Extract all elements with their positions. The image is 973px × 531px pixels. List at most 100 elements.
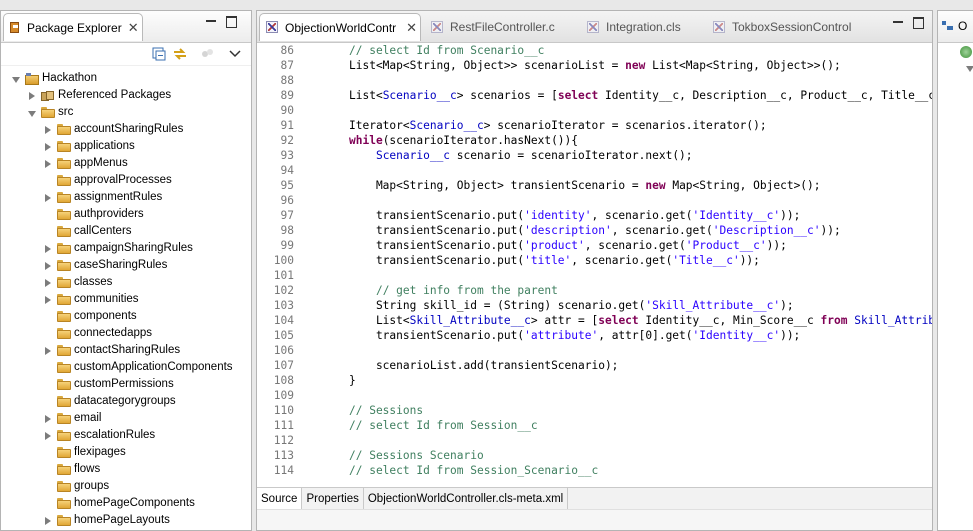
collapsed-arrow-icon[interactable] — [43, 516, 53, 526]
minimize-icon[interactable] — [892, 16, 904, 28]
tree-item[interactable]: authproviders — [1, 206, 251, 223]
collapsed-arrow-icon[interactable] — [43, 142, 53, 152]
folder-icon — [57, 396, 71, 407]
collapse-all-icon[interactable] — [151, 46, 167, 62]
code-line[interactable]: 101 — [257, 268, 932, 283]
tree-item[interactable]: contactSharingRules — [1, 342, 251, 359]
tree-item[interactable]: accountSharingRules — [1, 121, 251, 138]
outline-tab[interactable]: O — [942, 19, 967, 33]
editor-tab-restfilecontroller[interactable]: RestFileController.c — [425, 13, 555, 41]
code-line[interactable]: 105 transientScenario.put('attribute', a… — [257, 328, 932, 343]
tree-item[interactable]: assignmentRules — [1, 189, 251, 206]
tree-item[interactable]: callCenters — [1, 223, 251, 240]
tree-item[interactable]: appMenus — [1, 155, 251, 172]
code-line[interactable]: 95 Map<String, Object> transientScenario… — [257, 178, 932, 193]
collapsed-arrow-icon[interactable] — [43, 159, 53, 169]
tree-item[interactable]: customPermissions — [1, 376, 251, 393]
expanded-arrow-icon[interactable] — [27, 108, 37, 118]
tree-item[interactable]: connectedapps — [1, 325, 251, 342]
code-line[interactable]: 98 transientScenario.put('description', … — [257, 223, 932, 238]
code-line[interactable]: 112 — [257, 433, 932, 448]
code-line[interactable]: 87 List<Map<String, Object>> scenarioList… — [257, 58, 932, 73]
package-explorer-tab[interactable]: Package Explorer ✕ — [3, 13, 143, 41]
tree-item[interactable]: email — [1, 410, 251, 427]
editor-tab-objectionworldcontroller[interactable]: ObjectionWorldContr ✕ — [259, 13, 421, 41]
code-line[interactable]: 86 // select Id from Scenario__c — [257, 43, 932, 58]
code-line[interactable]: 91 Iterator<Scenario__c> scenarioIterator… — [257, 118, 932, 133]
line-number: 114 — [273, 464, 294, 477]
minimize-icon[interactable] — [205, 15, 217, 27]
collapsed-arrow-icon[interactable] — [43, 431, 53, 441]
code-line[interactable]: 94 — [257, 163, 932, 178]
code-line[interactable]: 89 List<Scenario__c> scenarios = [select … — [257, 88, 932, 103]
collapsed-arrow-icon[interactable] — [43, 346, 53, 356]
code-line[interactable]: 103 String skill_id = (String) scenario.… — [257, 298, 932, 313]
code-line[interactable]: 99 transientScenario.put('product', scen… — [257, 238, 932, 253]
class-node-icon[interactable] — [960, 46, 972, 58]
code-line[interactable]: 106 — [257, 343, 932, 358]
tree-item[interactable]: approvalProcesses — [1, 172, 251, 189]
editor-tab-integration[interactable]: Integration.cls — [581, 13, 681, 41]
close-icon[interactable]: ✕ — [128, 20, 139, 36]
code-line[interactable]: 88 — [257, 73, 932, 88]
collapsed-arrow-icon[interactable] — [43, 261, 53, 271]
tree-item[interactable]: applications — [1, 138, 251, 155]
chevron-down-icon[interactable] — [966, 66, 973, 72]
code-line[interactable]: 110 // Sessions — [257, 403, 932, 418]
code-line[interactable]: 102 // get info from the parent — [257, 283, 932, 298]
tree-item[interactable]: Hackathon — [1, 70, 251, 87]
tree-item[interactable]: components — [1, 308, 251, 325]
tree-item[interactable]: src — [1, 104, 251, 121]
close-icon[interactable]: ✕ — [406, 20, 417, 36]
tab-meta-xml[interactable]: ObjectionWorldController.cls-meta.xml — [364, 488, 569, 511]
tree-item[interactable]: campaignSharingRules — [1, 240, 251, 257]
code-line[interactable]: 108} — [257, 373, 932, 388]
code-line[interactable]: 104 List<Skill_Attribute__c> attr = [sel… — [257, 313, 932, 328]
code-line[interactable]: 92 while(scenarioIterator.hasNext()){ — [257, 133, 932, 148]
code-line[interactable]: 107 scenarioList.add(transientScenario); — [257, 358, 932, 373]
tab-source[interactable]: Source — [257, 488, 303, 511]
code-line[interactable]: 111 // select Id from Session__c — [257, 418, 932, 433]
collapsed-arrow-icon[interactable] — [43, 125, 53, 135]
collapsed-arrow-icon[interactable] — [43, 278, 53, 288]
folder-icon — [57, 260, 71, 271]
code-line[interactable]: 97 transientScenario.put('identity', sce… — [257, 208, 932, 223]
horizontal-scrollbar[interactable] — [257, 509, 932, 530]
collapsed-arrow-icon[interactable] — [43, 295, 53, 305]
code-line[interactable]: 90 — [257, 103, 932, 118]
tab-properties[interactable]: Properties — [302, 488, 364, 511]
code-line[interactable]: 96 — [257, 193, 932, 208]
tree-item[interactable]: escalationRules — [1, 427, 251, 444]
tree-item[interactable]: flexipages — [1, 444, 251, 461]
tree-item[interactable]: homePageLayouts — [1, 512, 251, 529]
tree-item[interactable]: Referenced Packages — [1, 87, 251, 104]
collapsed-arrow-icon[interactable] — [27, 91, 37, 101]
maximize-icon[interactable] — [912, 16, 924, 29]
tree-item[interactable]: caseSharingRules — [1, 257, 251, 274]
maximize-icon[interactable] — [225, 15, 237, 28]
expanded-arrow-icon[interactable] — [11, 74, 21, 84]
collapsed-arrow-icon[interactable] — [43, 244, 53, 254]
collapsed-arrow-icon[interactable] — [43, 193, 53, 203]
code-line[interactable]: 113 // Sessions Scenario — [257, 448, 932, 463]
tree-item[interactable]: communities — [1, 291, 251, 308]
code-line[interactable]: 100 transientScenario.put('title', scena… — [257, 253, 932, 268]
tree-item-label: customApplicationComponents — [74, 361, 233, 373]
link-with-editor-icon[interactable] — [172, 46, 188, 62]
collapsed-arrow-icon[interactable] — [43, 414, 53, 424]
tree-item[interactable]: flows — [1, 461, 251, 478]
code-editor[interactable]: 86 // select Id from Scenario__c 87 List<Ma… — [257, 43, 932, 489]
code-line[interactable]: 93 Scenario__c scenario = scenarioIterat… — [257, 148, 932, 163]
filter-icon[interactable] — [199, 46, 215, 62]
editor-tab-tokboxsessioncontroller[interactable]: TokboxSessionControl — [707, 13, 851, 41]
tree-item[interactable]: customApplicationComponents — [1, 359, 251, 376]
view-menu-icon[interactable] — [227, 46, 243, 62]
tree-item[interactable]: datacategorygroups — [1, 393, 251, 410]
code-line[interactable]: 109 — [257, 388, 932, 403]
tree-item[interactable]: homePageComponents — [1, 495, 251, 512]
code-line[interactable]: 114 // select Id from Session_Scenario__c — [257, 463, 932, 478]
package-explorer-view: Package Explorer ✕ Hackathon Referenced P… — [0, 10, 252, 531]
tree-item[interactable]: groups — [1, 478, 251, 495]
tree-item[interactable]: classes — [1, 274, 251, 291]
